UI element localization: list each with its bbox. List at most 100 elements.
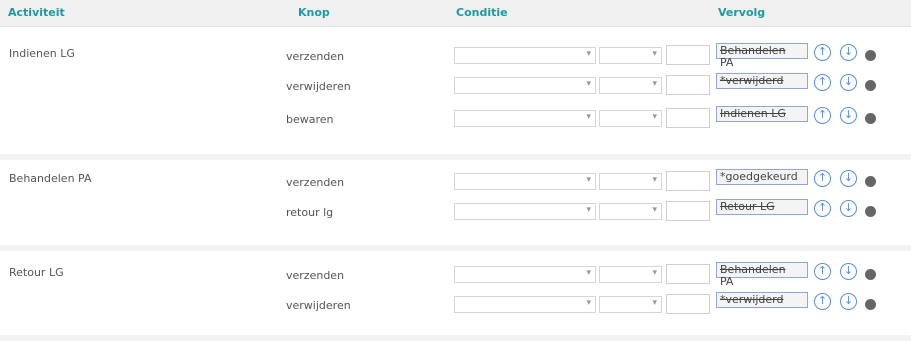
move-down-button[interactable]: ↓ <box>840 293 857 310</box>
condition-select-2[interactable]: ▾ <box>599 203 662 220</box>
arrow-up-icon: ↑ <box>817 108 828 121</box>
condition-value-input[interactable] <box>666 108 710 128</box>
condition-select-2[interactable]: ▾ <box>599 77 662 94</box>
vervolg-value: *goedgekeurd <box>720 170 798 183</box>
delete-icon[interactable] <box>865 113 876 124</box>
arrow-down-icon: ↓ <box>843 75 854 88</box>
knop-label: retour lg <box>286 206 334 219</box>
move-down-button[interactable]: ↓ <box>840 263 857 280</box>
knop-label: bewaren <box>286 113 334 126</box>
condition-select-1[interactable]: ▾ <box>454 266 596 283</box>
table-row: verzenden ▾ ▾ *goedgekeurd ↑ ↓ <box>0 169 911 193</box>
arrow-down-icon: ↓ <box>843 171 854 184</box>
vervolg-field[interactable]: Indienen LG <box>716 106 808 122</box>
vervolg-value-wrap: PA <box>720 275 734 288</box>
condition-value-input[interactable] <box>666 201 710 221</box>
vervolg-value: *verwijderd <box>720 74 784 87</box>
condition-value-input[interactable] <box>666 171 710 191</box>
chevron-down-icon: ▾ <box>652 112 657 122</box>
arrow-up-icon: ↑ <box>817 75 828 88</box>
move-up-button[interactable]: ↑ <box>814 263 831 280</box>
table-row: verwijderen ▾ ▾ *verwijderd ↑ ↓ <box>0 73 911 97</box>
vervolg-value-wrap: PA <box>720 56 734 69</box>
chevron-down-icon: ▾ <box>652 268 657 278</box>
arrow-down-icon: ↓ <box>843 201 854 214</box>
condition-value-input[interactable] <box>666 264 710 284</box>
move-up-button[interactable]: ↑ <box>814 44 831 61</box>
vervolg-field[interactable]: *goedgekeurd <box>716 169 808 185</box>
delete-icon[interactable] <box>865 80 876 91</box>
vervolg-field[interactable]: Behandelen PA <box>716 262 808 288</box>
delete-icon[interactable] <box>865 269 876 280</box>
arrow-up-icon: ↑ <box>817 264 828 277</box>
move-down-button[interactable]: ↓ <box>840 200 857 217</box>
knop-label: verzenden <box>286 269 345 282</box>
group-separator <box>0 154 911 160</box>
condition-select-1[interactable]: ▾ <box>454 47 596 64</box>
table-row: verzenden ▾ ▾ Behandelen PA ↑ ↓ <box>0 262 911 288</box>
chevron-down-icon: ▾ <box>652 79 657 89</box>
delete-icon[interactable] <box>865 206 876 217</box>
move-up-button[interactable]: ↑ <box>814 170 831 187</box>
arrow-down-icon: ↓ <box>843 294 854 307</box>
table-row: bewaren ▾ ▾ Indienen LG ↑ ↓ <box>0 106 911 130</box>
vervolg-field[interactable]: *verwijderd <box>716 73 808 89</box>
chevron-down-icon: ▾ <box>586 268 591 278</box>
condition-select-1[interactable]: ▾ <box>454 203 596 220</box>
vervolg-value: Retour LG <box>720 200 775 213</box>
move-up-button[interactable]: ↑ <box>814 293 831 310</box>
delete-icon[interactable] <box>865 176 876 187</box>
chevron-down-icon: ▾ <box>652 298 657 308</box>
move-down-button[interactable]: ↓ <box>840 44 857 61</box>
condition-select-2[interactable]: ▾ <box>599 296 662 313</box>
table-row: verwijderen ▾ ▾ *verwijderd ↑ ↓ <box>0 292 911 316</box>
table-row: verzenden ▾ ▾ Behandelen PA ↑ ↓ <box>0 43 911 69</box>
chevron-down-icon: ▾ <box>586 205 591 215</box>
condition-select-1[interactable]: ▾ <box>454 296 596 313</box>
table-header: Activiteit Knop Conditie Vervolg <box>0 0 911 27</box>
vervolg-field[interactable]: Retour LG <box>716 199 808 215</box>
vervolg-field[interactable]: Behandelen PA <box>716 43 808 69</box>
move-down-button[interactable]: ↓ <box>840 170 857 187</box>
condition-select-1[interactable]: ▾ <box>454 77 596 94</box>
move-up-button[interactable]: ↑ <box>814 107 831 124</box>
condition-value-input[interactable] <box>666 45 710 65</box>
arrow-up-icon: ↑ <box>817 45 828 58</box>
chevron-down-icon: ▾ <box>586 112 591 122</box>
table-row: retour lg ▾ ▾ Retour LG ↑ ↓ <box>0 199 911 223</box>
chevron-down-icon: ▾ <box>652 205 657 215</box>
group-separator <box>0 335 911 341</box>
condition-select-2[interactable]: ▾ <box>599 266 662 283</box>
chevron-down-icon: ▾ <box>586 79 591 89</box>
header-conditie: Conditie <box>456 6 508 19</box>
knop-label: verzenden <box>286 176 345 189</box>
knop-label: verzenden <box>286 50 345 63</box>
delete-icon[interactable] <box>865 50 876 61</box>
chevron-down-icon: ▾ <box>586 298 591 308</box>
chevron-down-icon: ▾ <box>652 49 657 59</box>
condition-select-1[interactable]: ▾ <box>454 173 596 190</box>
vervolg-value: *verwijderd <box>720 293 784 306</box>
condition-value-input[interactable] <box>666 75 710 95</box>
condition-select-2[interactable]: ▾ <box>599 47 662 64</box>
vervolg-field[interactable]: *verwijderd <box>716 292 808 308</box>
condition-value-input[interactable] <box>666 294 710 314</box>
arrow-down-icon: ↓ <box>843 45 854 58</box>
condition-select-1[interactable]: ▾ <box>454 110 596 127</box>
arrow-down-icon: ↓ <box>843 108 854 121</box>
arrow-up-icon: ↑ <box>817 294 828 307</box>
header-knop: Knop <box>298 6 330 19</box>
move-up-button[interactable]: ↑ <box>814 200 831 217</box>
move-down-button[interactable]: ↓ <box>840 107 857 124</box>
arrow-up-icon: ↑ <box>817 171 828 184</box>
condition-select-2[interactable]: ▾ <box>599 110 662 127</box>
arrow-up-icon: ↑ <box>817 201 828 214</box>
arrow-down-icon: ↓ <box>843 264 854 277</box>
header-activiteit: Activiteit <box>8 6 65 19</box>
header-vervolg: Vervolg <box>718 6 766 19</box>
condition-select-2[interactable]: ▾ <box>599 173 662 190</box>
delete-icon[interactable] <box>865 299 876 310</box>
move-up-button[interactable]: ↑ <box>814 74 831 91</box>
knop-label: verwijderen <box>286 80 351 93</box>
move-down-button[interactable]: ↓ <box>840 74 857 91</box>
